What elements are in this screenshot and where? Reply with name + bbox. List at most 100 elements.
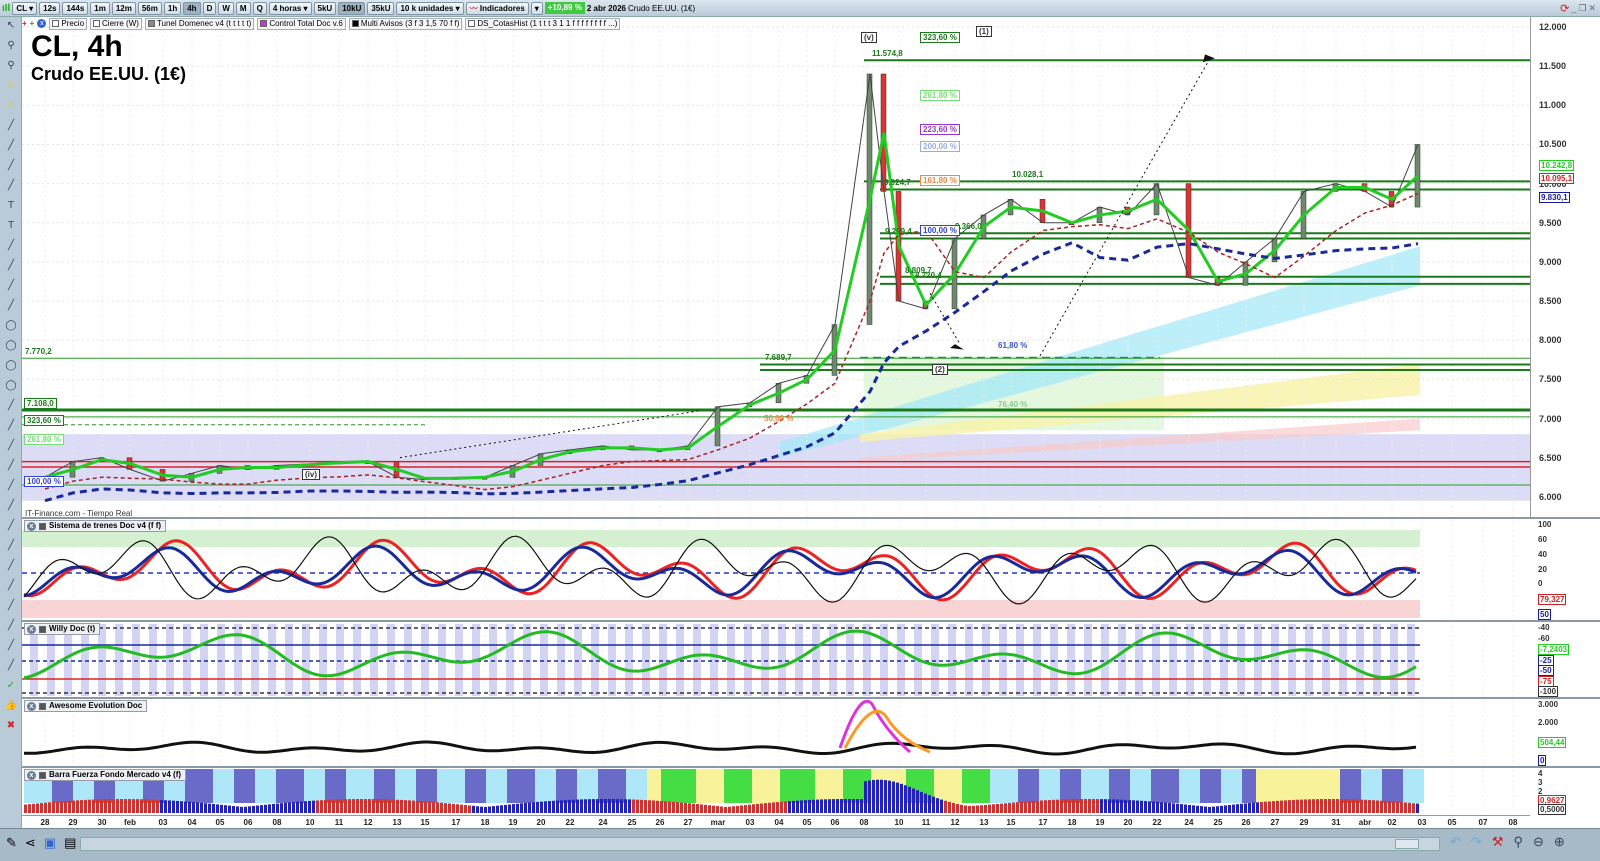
close-panel-icon[interactable]: x [27,770,36,780]
restore-icon[interactable]: ❐ [1578,3,1586,14]
close-panel-icon[interactable]: x [27,624,36,634]
zoom-tool-icon[interactable]: ⚲ [3,39,19,57]
timeframe-144s[interactable]: 144s [62,1,89,15]
close-icon[interactable]: ✕ [1588,3,1596,14]
unit-5kU[interactable]: 5kU [313,1,337,15]
calculator-icon[interactable]: ▤ [64,835,76,851]
magnifier-tool-icon[interactable]: ⚲ [3,59,19,77]
timeframe-W[interactable]: W [218,1,234,15]
line-tool-icon[interactable]: ╱ [3,479,19,497]
share-icon[interactable]: ⋖ [25,835,36,851]
circle-tool-icon[interactable]: ╱ [3,619,19,637]
bell-tool-icon[interactable]: ⚠ [3,99,19,117]
sync-icon[interactable]: ⟳ [1560,2,1569,15]
abc-tool-icon[interactable]: ╱ [3,659,19,677]
unit-10kU[interactable]: 10kU [338,1,366,15]
zoom-in-icon[interactable]: ⊕ [1554,834,1565,850]
legend-item[interactable]: Precio [49,17,88,30]
line-tool-icon[interactable]: ╱ [3,579,19,597]
timeframe-D[interactable]: D [202,1,217,15]
line-tool-icon[interactable]: ╱ [3,419,19,437]
rectangle-tool-icon[interactable]: ╱ [3,159,19,177]
horizontal-scrollbar[interactable] [80,837,1440,851]
trend-line-tool-icon[interactable]: ╱ [3,119,19,137]
visibility-checkbox[interactable] [93,20,101,27]
visibility-checkbox[interactable] [52,20,60,27]
visibility-checkbox[interactable] [351,20,359,27]
visibility-checkbox[interactable] [260,20,268,27]
thumbs-up-tool-icon[interactable]: 👍 [3,699,19,717]
cursor-tool-icon[interactable]: ↖ [3,19,19,37]
wave-tool-icon[interactable]: ╱ [3,639,19,657]
angle-tool-icon[interactable]: ╱ [3,599,19,617]
period-select[interactable]: 4 horas ▾ [268,1,312,15]
ellipse-tool-icon[interactable]: ◯ [3,319,19,337]
timeframe-Q[interactable]: Q [252,1,267,15]
units-select[interactable]: 10 k unidades ▾ [396,1,464,15]
legend-item[interactable]: Cierre (W) [90,17,142,30]
panel-toggle[interactable] [39,771,46,779]
chart-type-icon[interactable]: ıIl [2,3,10,14]
channel-tool-icon[interactable]: ╱ [3,259,19,277]
price-axis[interactable]: 12.00011.50011.00010.50010.0009.5009.000… [1530,17,1600,517]
line-tool-icon[interactable]: ╱ [3,399,19,417]
delete-tool-icon[interactable]: ✖ [3,719,19,737]
check-tool-icon[interactable]: ✓ [3,679,19,697]
line-tool-icon[interactable]: ╱ [3,559,19,577]
panel-toggle[interactable] [39,522,46,530]
add-icon[interactable]: + [22,19,27,28]
close-panel-icon[interactable]: x [27,521,36,531]
visibility-checkbox[interactable] [468,20,476,27]
pitchfork-tool-icon[interactable]: ╱ [3,279,19,297]
symbol-select[interactable]: CL ▾ [12,1,38,15]
timeframe-1h[interactable]: 1h [163,1,182,15]
timeframe-56m[interactable]: 56m [137,1,162,15]
text-box-tool-icon[interactable]: T [3,219,19,237]
line-tool-icon[interactable]: ╱ [3,539,19,557]
ellipse-tool-icon[interactable]: ◯ [3,379,19,397]
timeframe-12s[interactable]: 12s [39,1,61,15]
zoom-out-icon[interactable]: ⊖ [1533,834,1544,850]
chart-canvas[interactable] [0,0,1600,861]
legend-item[interactable]: Control Total Doc v.6 [257,17,346,30]
remove-icon[interactable]: x [37,19,47,28]
date-axis[interactable]: 28 29 30 feb 03 04 05 06 08 10 11 12 13 15 17 18 19 20 22 2… [22,815,1530,828]
timeframe-1m[interactable]: 1m [90,1,110,15]
visibility-checkbox[interactable] [147,20,155,27]
strength-bar-bg [780,769,787,803]
arrow-tool-icon[interactable]: ╱ [3,179,19,197]
line-tool-icon[interactable]: ╱ [3,499,19,517]
pencil-icon[interactable]: ✎ [6,835,17,851]
unit-group: 5kU 10kU 35kU [313,1,395,15]
scrollbar-thumb[interactable] [1395,839,1419,849]
zoom-vertical-icon[interactable]: ⚲ [1513,834,1523,850]
line-tool-icon[interactable]: ╱ [3,459,19,477]
close-panel-icon[interactable]: x [27,701,36,711]
indicators-dropdown[interactable]: ▾ [530,1,543,15]
indicators-button[interactable]: 〰 Indicadores [465,1,529,15]
unit-35kU[interactable]: 35kU [367,1,395,15]
fibonacci-tool-icon[interactable]: ╱ [3,239,19,257]
timeframe-4h[interactable]: 4h [183,1,201,15]
line-tool-icon[interactable]: ╱ [3,439,19,457]
undo-icon[interactable]: ↶ [1450,834,1461,850]
legend-item[interactable]: Multi Avisos (3 f 3 1,5 70 f f) [348,17,463,30]
auto-scale-icon[interactable]: ⚒ [1492,834,1504,850]
timeframe-12m[interactable]: 12m [111,1,136,15]
ruler-tool-icon[interactable]: ╱ [3,299,19,317]
ray-tool-icon[interactable]: ╱ [3,139,19,157]
legend-item[interactable]: DS_CotasHist (1 t t t 3 1 1 f f f f f f … [465,17,621,30]
minimize-icon[interactable]: _ [1571,3,1576,13]
panel-toggle[interactable] [39,625,46,633]
chat-icon[interactable]: ▣ [44,835,56,851]
ellipse-tool-icon[interactable]: ◯ [3,359,19,377]
alert-tool-icon[interactable]: ⚠ [3,79,19,97]
legend-item[interactable]: Tunel Domenec v4 (t t t t t) [144,17,255,30]
redo-icon[interactable]: ↷ [1471,834,1482,850]
add-green-icon[interactable]: + [30,19,35,28]
panel-toggle[interactable] [39,702,46,710]
ellipse-tool-icon[interactable]: ◯ [3,339,19,357]
timeframe-M[interactable]: M [235,1,251,15]
line-tool-icon[interactable]: ╱ [3,519,19,537]
text-tool-icon[interactable]: T [3,199,19,217]
